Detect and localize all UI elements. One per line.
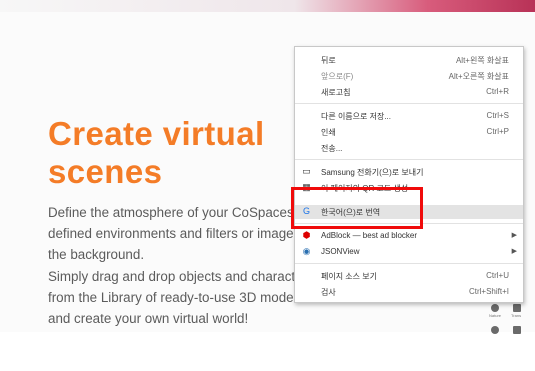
menu-item-view-source-shortcut: Ctrl+U — [486, 271, 509, 280]
trans-icon[interactable] — [513, 304, 521, 312]
menu-item-reload-shortcut: Ctrl+R — [486, 87, 509, 96]
menu-item-back-label: 뒤로 — [321, 56, 336, 65]
intro-paragraph: Define the atmosphere of your CoSpaces p… — [48, 205, 322, 262]
menu-item-adblock-label: AdBlock — best ad blocker — [321, 231, 418, 240]
menu-separator — [295, 103, 523, 104]
menu-item-save-as[interactable]: 다른 이름으로 저장... Ctrl+S — [295, 109, 523, 123]
webpage: Create virtual scenes Define the atmosph… — [0, 0, 535, 371]
menu-item-forward-shortcut: Alt+오른쪽 화살표 — [448, 72, 509, 81]
building-icon[interactable] — [513, 326, 521, 334]
adblock-icon: ⬢ — [302, 230, 311, 240]
menu-item-print-label: 인쇄 — [321, 128, 336, 137]
animal-icon[interactable] — [491, 326, 499, 334]
header-banner — [0, 0, 535, 12]
menu-item-inspect[interactable]: 검사 Ctrl+Shift+I — [295, 285, 523, 299]
nature-label: Nature — [489, 313, 502, 318]
menu-item-inspect-label: 검사 — [321, 288, 336, 297]
trans-label: Trans — [511, 313, 522, 318]
menu-item-back-shortcut: Alt+왼쪽 화살표 — [455, 56, 509, 65]
page-heading: Create virtual scenes — [48, 115, 265, 190]
menu-item-view-source[interactable]: 페이지 소스 보기 Ctrl+U — [295, 269, 523, 283]
menu-item-jsonview-label: JSONView — [321, 247, 360, 256]
highlight-annotation-box — [291, 187, 423, 229]
nature-icon[interactable] — [491, 304, 499, 312]
jsonview-icon: ◉ — [302, 246, 311, 256]
context-menu: 뒤로 Alt+왼쪽 화살표 앞으로(F) Alt+오른쪽 화살표 새로고침 Ct… — [294, 46, 524, 303]
chevron-right-icon: ▶ — [511, 232, 517, 239]
menu-item-save-as-shortcut: Ctrl+S — [486, 111, 509, 120]
chevron-right-icon: ▶ — [511, 248, 517, 255]
drag-drop-paragraph: Simply drag and drop objects and charact… — [48, 269, 314, 326]
menu-item-forward-label: 앞으로(F) — [321, 72, 354, 81]
menu-item-jsonview[interactable]: ◉ JSONView ▶ — [295, 245, 523, 259]
menu-item-reload[interactable]: 새로고침 Ctrl+R — [295, 85, 523, 99]
menu-item-cast[interactable]: 전송... — [295, 141, 523, 155]
menu-item-print[interactable]: 인쇄 Ctrl+P — [295, 125, 523, 139]
menu-separator — [295, 159, 523, 160]
library-icons: Nature Trans — [487, 300, 527, 340]
menu-item-save-as-label: 다른 이름으로 저장... — [321, 112, 391, 121]
menu-item-back[interactable]: 뒤로 Alt+왼쪽 화살표 — [295, 53, 523, 67]
menu-item-print-shortcut: Ctrl+P — [486, 127, 509, 136]
menu-item-cast-label: 전송... — [321, 144, 343, 153]
menu-item-send-to-samsung-label: Samsung 전화기(으)로 보내기 — [321, 168, 424, 177]
menu-item-forward[interactable]: 앞으로(F) Alt+오른쪽 화살표 — [295, 69, 523, 83]
menu-separator — [295, 263, 523, 264]
device-icon: ▭ — [302, 166, 311, 176]
menu-item-inspect-shortcut: Ctrl+Shift+I — [468, 287, 509, 296]
menu-item-adblock[interactable]: ⬢ AdBlock — best ad blocker ▶ — [295, 229, 523, 243]
menu-item-send-to-samsung[interactable]: ▭ Samsung 전화기(으)로 보내기 — [295, 165, 523, 179]
menu-item-reload-label: 새로고침 — [321, 88, 351, 97]
menu-item-view-source-label: 페이지 소스 보기 — [321, 272, 377, 281]
